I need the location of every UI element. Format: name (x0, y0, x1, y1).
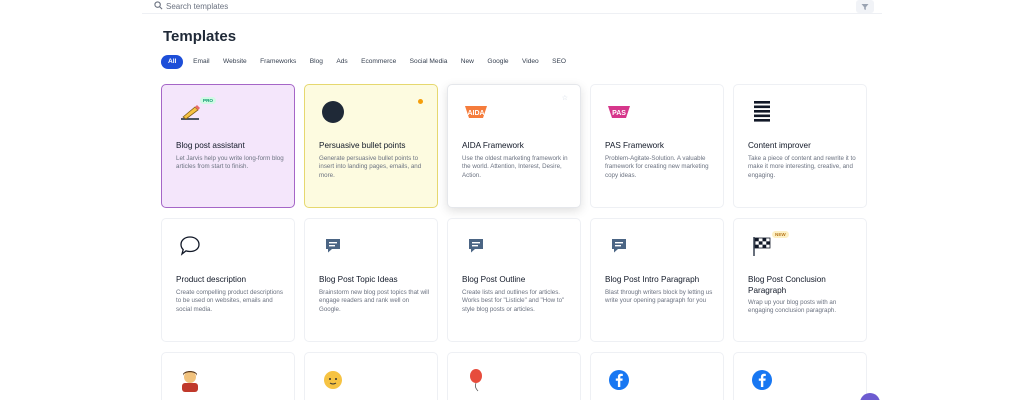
card-title: PAS Framework (605, 141, 664, 150)
template-card-blog-post-intro-paragraph[interactable]: Blog Post Intro Paragraph Blast through … (590, 218, 724, 342)
tab-video[interactable]: Video (515, 55, 545, 69)
card-description: Blast through writers block by letting u… (605, 289, 713, 305)
template-card-row3-1[interactable] (161, 352, 295, 400)
search-bar (142, 0, 882, 14)
template-card-blog-post-assistant[interactable]: PRO Blog post assistant Let Jarvis help … (161, 84, 295, 208)
template-card-row3-5[interactable] (733, 352, 867, 400)
tab-social-media[interactable]: Social Media (403, 55, 454, 69)
card-description: Problem-Agitate-Solution. A valuable fra… (605, 155, 709, 179)
card-description: Generate persuasive bullet points to ins… (319, 155, 422, 179)
card-description: Use the oldest marketing framework in th… (462, 155, 568, 179)
aida-icon: AIDA (462, 99, 490, 125)
page-title: Templates (163, 28, 237, 45)
card-description: Create compelling product descriptions t… (176, 289, 283, 313)
speech-bubble-icon (176, 233, 204, 259)
tab-blog[interactable]: Blog (303, 55, 330, 69)
card-title: Blog Post Conclusion Paragraph (748, 275, 826, 295)
card-description: Wrap up your blog posts with an engaging… (748, 299, 837, 315)
card-description: Let Jarvis help you write long-form blog… (176, 155, 284, 171)
template-card-row3-2[interactable] (304, 352, 438, 400)
template-card-content-improver[interactable]: Content improver Take a piece of content… (733, 84, 867, 208)
balloon-icon (462, 367, 490, 393)
card-title: AIDA Framework (462, 141, 524, 150)
templates-page: Templates All Email Website Frameworks B… (0, 0, 1024, 400)
template-card-blog-post-conclusion-paragraph[interactable]: NEW Blog Post Conclusion Paragraph Wrap … (733, 218, 867, 342)
message-icon (462, 233, 490, 259)
tab-website[interactable]: Website (216, 55, 253, 69)
template-card-aida-framework[interactable]: AIDA ☆ AIDA Framework Use the oldest mar… (447, 84, 581, 208)
person-icon (176, 367, 204, 393)
template-grid: PRO Blog post assistant Let Jarvis help … (161, 84, 867, 400)
tab-all[interactable]: All (161, 55, 184, 69)
bullet-point-icon (319, 99, 347, 125)
favorite-icon[interactable] (418, 99, 423, 104)
card-description: Take a piece of content and rewrite it t… (748, 155, 856, 179)
template-card-product-description[interactable]: Product description Create compelling pr… (161, 218, 295, 342)
card-description: Create lists and outlines for articles. … (462, 289, 565, 313)
template-card-blog-post-outline[interactable]: Blog Post Outline Create lists and outli… (447, 218, 581, 342)
pas-icon-label: PAS (612, 110, 626, 117)
aida-icon-label: AIDA (467, 110, 484, 117)
search-icon (154, 1, 163, 10)
card-title: Blog Post Intro Paragraph (605, 275, 700, 284)
checkered-flag-icon (748, 233, 776, 259)
new-badge: NEW (772, 231, 789, 238)
tab-google[interactable]: Google (481, 55, 516, 69)
tab-email[interactable]: Email (186, 55, 216, 69)
category-tabs: All Email Website Frameworks Blog Ads Ec… (161, 55, 573, 69)
message-icon (605, 233, 633, 259)
chat-bubble-icon[interactable] (860, 393, 880, 400)
pencil-icon (176, 99, 204, 125)
template-card-pas-framework[interactable]: PAS PAS Framework Problem-Agitate-Soluti… (590, 84, 724, 208)
card-title: Product description (176, 275, 247, 284)
pas-icon: PAS (605, 99, 633, 125)
pro-badge: PRO (200, 97, 216, 104)
facebook-icon (748, 367, 776, 393)
tab-new[interactable]: New (454, 55, 481, 69)
template-card-row3-4[interactable] (590, 352, 724, 400)
card-description: Brainstorm new blog post topics that wil… (319, 289, 430, 313)
search-input[interactable] (166, 0, 766, 13)
tab-frameworks[interactable]: Frameworks (253, 55, 303, 69)
card-title: Blog Post Topic Ideas (319, 275, 398, 284)
card-title: Blog post assistant (176, 141, 245, 150)
template-card-row3-3[interactable] (447, 352, 581, 400)
tab-ecommerce[interactable]: Ecommerce (354, 55, 403, 69)
template-card-blog-post-topic-ideas[interactable]: Blog Post Topic Ideas Brainstorm new blo… (304, 218, 438, 342)
template-card-persuasive-bullet-points[interactable]: Persuasive bullet points Generate persua… (304, 84, 438, 208)
card-title: Persuasive bullet points (319, 141, 406, 150)
filter-icon[interactable] (856, 0, 874, 13)
card-title: Content improver (748, 141, 811, 150)
message-icon (319, 233, 347, 259)
facebook-icon (605, 367, 633, 393)
tab-ads[interactable]: Ads (330, 55, 355, 69)
star-icon[interactable]: ☆ (562, 94, 568, 102)
card-title: Blog Post Outline (462, 275, 526, 284)
tab-seo[interactable]: SEO (545, 55, 572, 69)
baby-face-icon (319, 367, 347, 393)
list-lines-icon (748, 99, 776, 125)
